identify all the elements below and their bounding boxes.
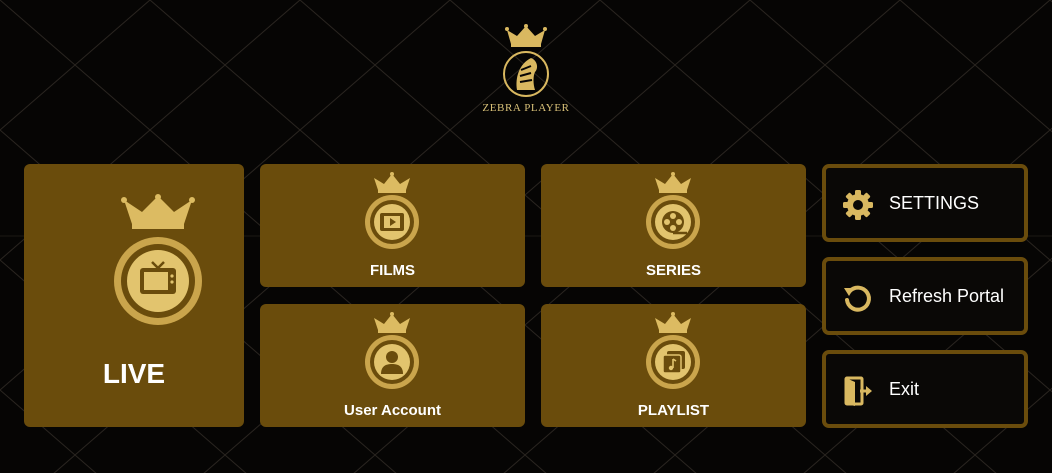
tv-icon [114,194,202,325]
series-tile[interactable]: SERIES [541,164,806,287]
music-playlist-icon [646,312,700,389]
app-logo: ZEBRA PLAYER [472,24,580,120]
refresh-portal-button[interactable]: Refresh Portal [822,257,1028,335]
user-account-label: User Account [344,402,441,419]
user-icon [365,312,419,389]
exit-label: Exit [889,379,920,399]
films-tile[interactable]: FILMS [260,164,525,287]
film-reel-icon [646,172,700,249]
refresh-portal-label: Refresh Portal [889,286,1005,306]
films-label: FILMS [370,262,415,279]
playlist-label: PLAYLIST [637,402,710,419]
series-label: SERIES [645,262,702,279]
gear-icon [843,190,873,220]
playlist-tile[interactable]: PLAYLIST [541,304,806,427]
settings-button[interactable]: SETTINGS [822,164,1028,242]
exit-door-icon [844,376,872,406]
film-icon [365,172,419,249]
exit-button[interactable]: Exit [822,350,1028,428]
refresh-icon [844,285,871,312]
settings-label: SETTINGS [889,193,980,213]
user-account-tile[interactable]: User Account [260,304,525,427]
live-tile[interactable]: LIVE [24,164,244,427]
zebra-crown-logo-icon [503,24,549,97]
app-brand-name: ZEBRA PLAYER [482,102,570,114]
live-label: LIVE [102,358,166,389]
